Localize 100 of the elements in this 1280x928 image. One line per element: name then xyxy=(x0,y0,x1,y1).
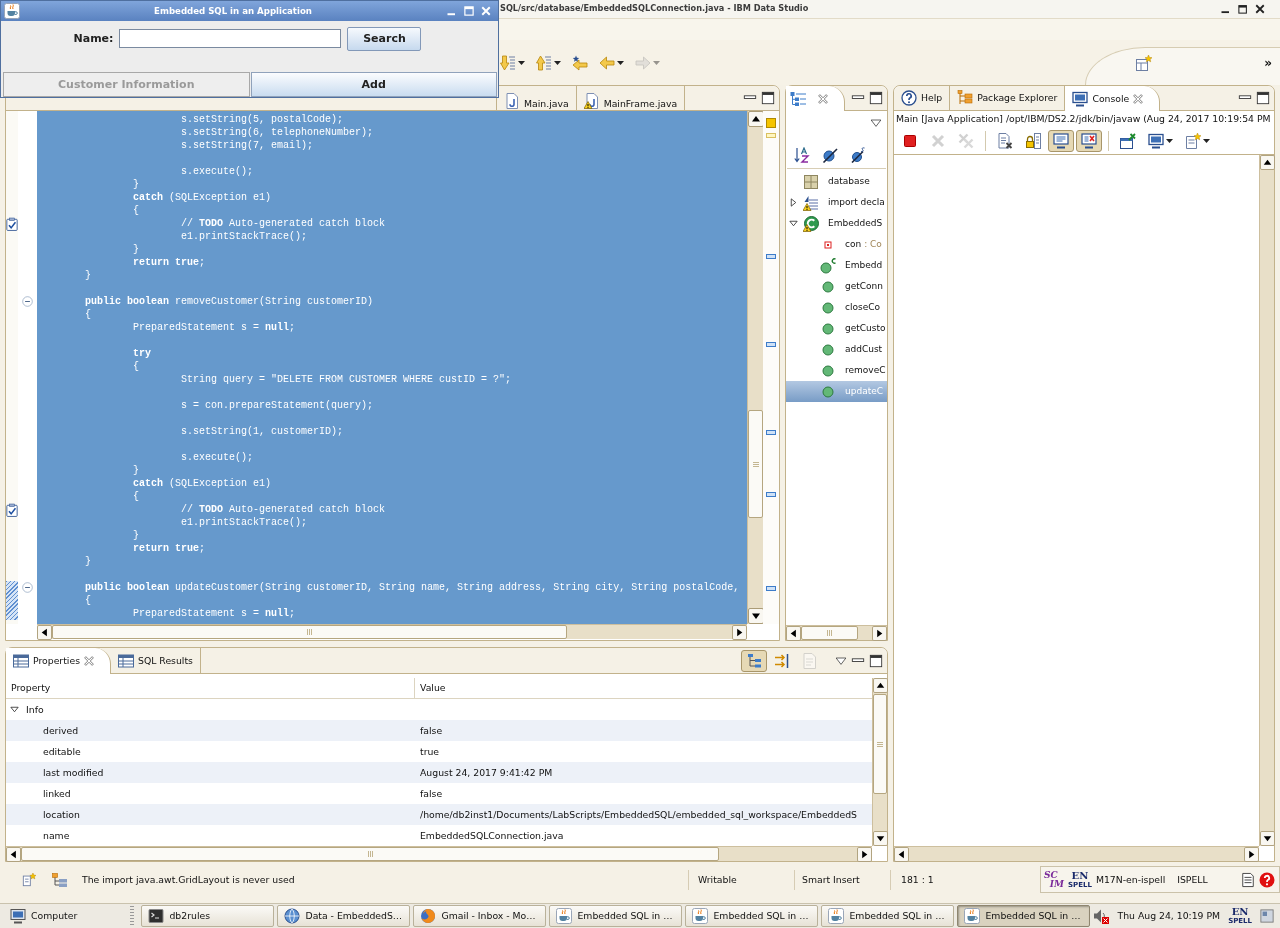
task-marker-icon[interactable] xyxy=(766,492,776,497)
maximize-icon[interactable] xyxy=(1256,91,1270,105)
task-marker-icon[interactable] xyxy=(766,254,776,259)
caret-icon xyxy=(518,60,525,65)
java-cup-icon xyxy=(828,908,845,924)
table-icon xyxy=(118,652,134,669)
fast-view-icon[interactable] xyxy=(22,872,36,887)
taskbar-button[interactable]: Gmail - Inbox - Mo… xyxy=(413,905,547,927)
view-tab[interactable]: Properties xyxy=(6,648,111,674)
expander-icon[interactable] xyxy=(788,198,798,207)
speaker-muted-icon[interactable] xyxy=(1093,908,1110,924)
scrollbar-thumb[interactable] xyxy=(52,625,567,639)
tree-item[interactable]: getCusto xyxy=(786,318,887,339)
close-icon[interactable] xyxy=(1254,3,1266,15)
tree-item[interactable]: Embedd xyxy=(786,255,887,276)
editor-tab[interactable]: MainFrame.java xyxy=(576,86,686,110)
view-menu-icon[interactable] xyxy=(870,117,882,129)
taskbar-button[interactable]: Data - EmbeddedS… xyxy=(277,905,411,927)
scrollbar-thumb[interactable] xyxy=(748,410,763,518)
taskbar-button[interactable]: Embedded SQL in … xyxy=(685,905,819,927)
view-tab[interactable]: SQL Results xyxy=(111,648,201,673)
scroll-right-icon[interactable] xyxy=(1244,847,1259,862)
tree-item[interactable]: addCust xyxy=(786,339,887,360)
tree-item[interactable]: import decla xyxy=(786,192,887,213)
horizontal-scrollbar[interactable] xyxy=(6,846,872,861)
caret-icon xyxy=(554,60,561,65)
scim-logo: SC IM xyxy=(1044,870,1064,889)
scroll-up-icon[interactable] xyxy=(1260,155,1275,170)
warning-marker-icon[interactable] xyxy=(766,118,776,128)
vertical-scrollbar[interactable] xyxy=(1259,155,1274,846)
maximize-icon[interactable] xyxy=(761,91,775,105)
workspace-icon[interactable] xyxy=(1260,909,1274,923)
taskbar-button[interactable]: db2rules xyxy=(141,905,275,927)
horizontal-scrollbar[interactable] xyxy=(786,625,887,640)
scroll-right-icon[interactable] xyxy=(872,626,887,641)
vertical-scrollbar[interactable] xyxy=(872,678,887,846)
sort-icon[interactable] xyxy=(794,147,810,163)
scroll-down-icon[interactable] xyxy=(748,608,764,624)
document-icon xyxy=(802,652,818,669)
maximize-icon[interactable] xyxy=(869,653,883,668)
view-menu-icon[interactable] xyxy=(835,654,847,667)
tree-item[interactable]: EmbeddedS xyxy=(786,213,887,234)
input-method-label[interactable]: ISPELL xyxy=(1177,873,1208,886)
scroll-down-icon[interactable] xyxy=(1260,831,1275,846)
collapse-icon[interactable] xyxy=(22,296,33,307)
scroll-left-icon[interactable] xyxy=(894,847,909,862)
scrollbar-thumb[interactable] xyxy=(21,847,719,861)
code-line: PreparedStatement s = null; xyxy=(132,321,296,334)
expander-icon[interactable] xyxy=(10,705,19,714)
task-marker-icon[interactable] xyxy=(766,430,776,435)
scroll-right-icon[interactable] xyxy=(732,625,747,640)
horizontal-scrollbar[interactable] xyxy=(37,624,747,639)
nav-button[interactable]: Add xyxy=(250,72,497,97)
scroll-left-icon[interactable] xyxy=(37,625,52,640)
property-name: editable xyxy=(43,745,81,757)
tree-item[interactable]: con : Co xyxy=(786,234,887,255)
input-method-label[interactable]: M17N-en-ispell xyxy=(1095,873,1166,886)
task-marker-icon[interactable] xyxy=(766,342,776,347)
launcher-button[interactable]: Computer xyxy=(4,905,123,927)
name-field[interactable] xyxy=(119,29,342,48)
view-tab[interactable]: Console xyxy=(1065,86,1161,111)
scrollbar-thumb[interactable] xyxy=(801,626,858,640)
maximize-icon[interactable] xyxy=(1237,3,1249,15)
constructor-icon xyxy=(820,257,836,274)
outline-icon xyxy=(790,90,806,107)
help-icon[interactable] xyxy=(1259,871,1275,888)
code-line: return true; xyxy=(132,256,206,269)
scroll-up-icon[interactable] xyxy=(748,111,764,127)
overflow-button[interactable]: » xyxy=(1262,56,1274,69)
horizontal-scrollbar[interactable] xyxy=(894,846,1259,861)
notes-icon[interactable] xyxy=(1241,871,1255,888)
toolbar-button[interactable] xyxy=(1076,129,1102,152)
task-marker-icon[interactable] xyxy=(766,586,776,591)
hierarchy-icon[interactable] xyxy=(52,871,68,888)
hide-fields-icon[interactable] xyxy=(822,147,838,163)
clock[interactable]: Thu Aug 24, 10:19 PM xyxy=(1117,910,1221,922)
hide-static-icon[interactable] xyxy=(850,147,866,163)
view-tab[interactable] xyxy=(786,86,845,111)
search-button[interactable]: Search xyxy=(347,26,422,51)
scroll-right-icon[interactable] xyxy=(857,847,872,862)
view-tab[interactable]: Help xyxy=(894,86,951,110)
left-arrow-star-icon xyxy=(572,54,588,71)
java-cup-icon xyxy=(692,908,709,924)
taskbar-button[interactable]: Embedded SQL in … xyxy=(549,905,683,927)
tree-item[interactable]: closeCo xyxy=(786,297,887,318)
tree-item[interactable]: getConn xyxy=(786,276,887,297)
taskbar-button[interactable]: Embedded SQL in … xyxy=(821,905,955,927)
scroll-left-icon[interactable] xyxy=(786,626,801,641)
scroll-up-icon[interactable] xyxy=(873,678,888,693)
info-marker-icon[interactable] xyxy=(766,133,776,138)
tree-item[interactable]: database xyxy=(786,171,887,192)
scrollbar-thumb[interactable] xyxy=(873,694,887,794)
vertical-scrollbar[interactable] xyxy=(747,111,763,624)
maximize-icon[interactable] xyxy=(869,91,883,105)
tree-item[interactable]: removeC xyxy=(786,360,887,381)
expander-icon[interactable] xyxy=(788,219,798,228)
taskbar-button[interactable]: Embedded SQL in … xyxy=(957,905,1091,927)
collapse-icon[interactable] xyxy=(22,582,33,593)
scroll-down-icon[interactable] xyxy=(873,831,888,846)
scroll-left-icon[interactable] xyxy=(6,847,21,862)
